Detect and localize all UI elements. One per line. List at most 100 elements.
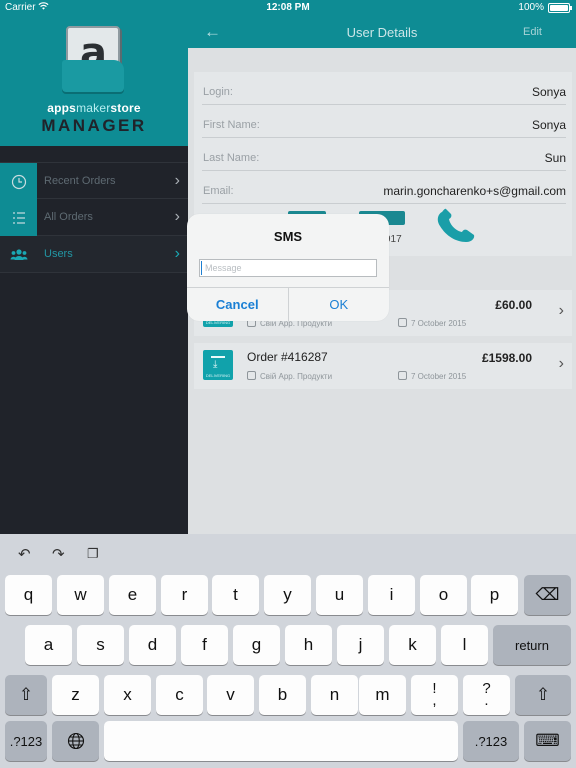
key-a[interactable]: a <box>25 625 72 665</box>
login-row: Login: Sonya <box>202 72 566 105</box>
sidebar-item-users[interactable]: Users › <box>0 236 188 273</box>
order-price: £1598.00 <box>481 351 532 365</box>
key-l[interactable]: l <box>441 625 488 665</box>
edit-button[interactable]: Edit <box>523 26 542 38</box>
key-f[interactable]: f <box>181 625 228 665</box>
email-value[interactable]: marin.goncharenko+s@gmail.com <box>383 184 566 198</box>
battery-icon <box>548 3 572 13</box>
last-name-row: Last Name: Sun <box>202 138 566 171</box>
key-exclaim-comma[interactable]: !, <box>411 675 458 715</box>
key-x[interactable]: x <box>104 675 151 715</box>
numbers-key-right[interactable]: .?123 <box>463 721 519 761</box>
brand-name: appsmakerstore <box>0 101 188 115</box>
hide-keyboard-icon[interactable]: ⌨ <box>524 721 571 761</box>
dialog-buttons: Cancel OK <box>187 287 389 321</box>
last-name-label: Last Name: <box>203 152 260 164</box>
key-o[interactable]: o <box>420 575 467 615</box>
cancel-button[interactable]: Cancel <box>187 288 289 321</box>
first-name-label: First Name: <box>203 119 260 131</box>
on-screen-keyboard: ↶ ↷ ❐ q w e r t y u i o p ⌫ a s d f g h … <box>0 534 576 768</box>
battery-fill <box>550 5 568 11</box>
sms-dialog: SMS Cancel OK <box>187 214 389 321</box>
shift-right-key[interactable]: ⇧ <box>515 675 571 715</box>
key-y[interactable]: y <box>264 575 311 615</box>
key-j[interactable]: j <box>337 625 384 665</box>
paste-icon[interactable]: ❐ <box>87 546 99 562</box>
logo-folder <box>62 60 124 92</box>
key-g[interactable]: g <box>233 625 280 665</box>
sidebar-item-label: All Orders <box>44 211 93 223</box>
numbers-key-left[interactable]: .?123 <box>5 721 47 761</box>
login-value: Sonya <box>531 85 566 99</box>
return-key[interactable]: return <box>493 625 571 665</box>
key-c[interactable]: c <box>156 675 203 715</box>
sidebar-header: a appsmakerstore MANAGER <box>0 0 188 146</box>
shift-left-key[interactable]: ⇧ <box>5 675 47 715</box>
first-name-row: First Name: Sonya <box>202 105 566 138</box>
clock-icon <box>0 163 37 200</box>
redo-icon[interactable]: ↷ <box>52 545 65 563</box>
key-q[interactable]: q <box>5 575 52 615</box>
key-question-period[interactable]: ?. <box>463 675 510 715</box>
key-d[interactable]: d <box>129 625 176 665</box>
email-label: Email: <box>203 185 234 197</box>
key-s[interactable]: s <box>77 625 124 665</box>
key-v[interactable]: v <box>207 675 254 715</box>
app-icon <box>247 371 256 380</box>
brand-store: store <box>110 101 141 115</box>
sidebar-item-recent-orders[interactable]: Recent Orders › <box>0 162 188 200</box>
message-input[interactable] <box>199 259 377 277</box>
sidebar: a appsmakerstore MANAGER Recent Orders ›… <box>0 0 188 534</box>
brand-subtitle: MANAGER <box>41 116 147 135</box>
sidebar-menu: Recent Orders › All Orders › Users › <box>0 162 188 273</box>
key-p[interactable]: p <box>471 575 518 615</box>
brand-maker: maker <box>76 101 111 115</box>
ok-button[interactable]: OK <box>289 288 390 321</box>
status-bar: Carrier 12:08 PM 100% <box>0 0 576 16</box>
key-i[interactable]: i <box>368 575 415 615</box>
battery-percent: 100% <box>518 2 544 13</box>
delivery-icon: ⤓DELIVERING <box>203 350 233 380</box>
order-date: 7 October 2015 <box>398 371 466 381</box>
key-w[interactable]: w <box>57 575 104 615</box>
globe-icon[interactable] <box>52 721 99 761</box>
order-row[interactable]: ⤓ DELIVERING Order #416287 £1598.00 Свій … <box>194 343 572 389</box>
users-icon <box>0 236 37 273</box>
chevron-right-icon: › <box>558 355 564 372</box>
key-z[interactable]: z <box>52 675 99 715</box>
space-bar[interactable] <box>104 721 458 761</box>
key-b[interactable]: b <box>259 675 306 715</box>
key-r[interactable]: r <box>161 575 208 615</box>
chevron-right-icon: › <box>174 245 180 262</box>
key-t[interactable]: t <box>212 575 259 615</box>
key-h[interactable]: h <box>285 625 332 665</box>
key-k[interactable]: k <box>389 625 436 665</box>
first-name-value: Sonya <box>531 118 566 132</box>
order-app: Свій App. Продукти <box>247 371 332 381</box>
key-n[interactable]: n <box>311 675 358 715</box>
undo-icon[interactable]: ↶ <box>18 545 31 563</box>
login-label: Login: <box>203 86 233 98</box>
key-e[interactable]: e <box>109 575 156 615</box>
dialog-title: SMS <box>273 229 303 244</box>
backspace-key[interactable]: ⌫ <box>524 575 571 615</box>
order-title: Order #416287 <box>247 350 328 364</box>
brand-apps: apps <box>47 101 77 115</box>
calendar-icon <box>398 318 407 327</box>
email-row: Email: marin.goncharenko+s@gmail.com <box>202 171 566 204</box>
key-m[interactable]: m <box>359 675 406 715</box>
sidebar-item-all-orders[interactable]: All Orders › <box>0 199 188 236</box>
phone-icon[interactable] <box>434 208 478 246</box>
chevron-right-icon: › <box>174 208 180 225</box>
key-u[interactable]: u <box>316 575 363 615</box>
chevron-right-icon: › <box>558 302 564 319</box>
calendar-icon <box>398 371 407 380</box>
order-price: £60.00 <box>495 298 532 312</box>
sidebar-item-label: Users <box>44 248 73 260</box>
page-title: User Details <box>346 25 418 40</box>
order-date: 7 October 2015 <box>398 318 466 328</box>
chevron-right-icon: › <box>174 172 180 189</box>
app-logo-icon: a <box>62 26 124 94</box>
list-icon <box>0 199 37 236</box>
last-name-value: Sun <box>544 151 566 165</box>
